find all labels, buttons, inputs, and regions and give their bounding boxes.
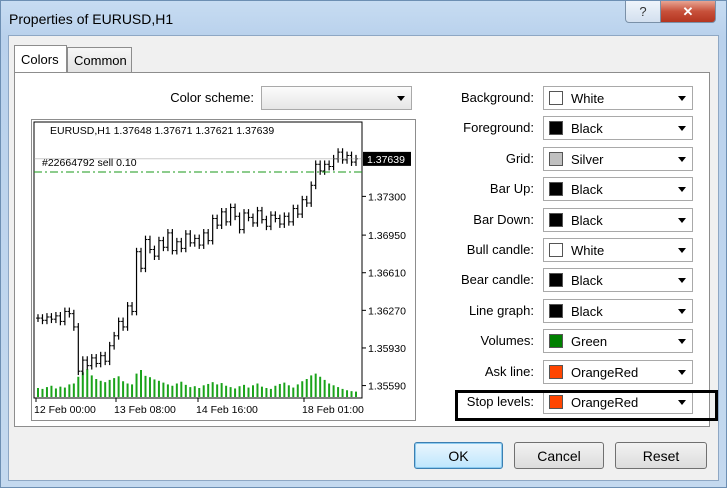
tab-colors[interactable]: Colors	[14, 45, 67, 72]
background-color-swatch	[549, 91, 563, 105]
grid-color-value: Silver	[571, 152, 604, 167]
volumes-color-value: Green	[571, 334, 608, 349]
bull-candle-color-swatch	[549, 243, 563, 257]
chevron-down-icon	[678, 309, 686, 314]
color-scheme-select[interactable]	[261, 86, 412, 110]
ok-button-label: OK	[448, 447, 469, 464]
foreground-color-swatch	[549, 121, 563, 135]
chevron-down-icon	[678, 370, 686, 375]
bar-down-label: Bar Down:	[473, 212, 534, 227]
bar-down-color-value: Black	[571, 213, 603, 228]
chart-header-text: EURUSD,H1 1.37648 1.37671 1.37621 1.3763…	[50, 125, 274, 137]
price-tick-label: 1.35590	[368, 381, 406, 393]
bear-candle-color-swatch	[549, 273, 563, 287]
bar-up-color-value: Black	[571, 182, 603, 197]
grid-label: Grid:	[505, 151, 534, 166]
time-tick-label: 12 Feb 00:00	[34, 404, 96, 416]
volumes-color-select[interactable]: Green	[543, 329, 693, 353]
line-graph-label: Line graph:	[468, 303, 534, 318]
cancel-button[interactable]: Cancel	[514, 442, 604, 469]
chevron-down-icon	[678, 126, 686, 131]
background-color-select[interactable]: White	[543, 86, 693, 110]
time-tick-label: 13 Feb 08:00	[114, 404, 176, 416]
background-label: Background:	[461, 90, 534, 105]
close-button[interactable]: ✕	[660, 1, 716, 23]
chart-preview: EURUSD,H1 1.37648 1.37671 1.37621 1.3763…	[31, 119, 416, 421]
ask-line-label: Ask line:	[484, 364, 534, 379]
close-icon: ✕	[682, 3, 694, 19]
chevron-down-icon	[678, 96, 686, 101]
dialog-title: Properties of EURUSD,H1	[9, 11, 174, 27]
stop-levels-highlight	[455, 390, 718, 421]
bar-up-label: Bar Up:	[489, 181, 534, 196]
volumes-color-swatch	[549, 334, 563, 348]
title-bar: Properties of EURUSD,H1	[1, 1, 726, 35]
foreground-color-select[interactable]: Black	[543, 116, 693, 140]
current-price-label: 1.37639	[367, 154, 405, 166]
ask-line-color-value: OrangeRed	[571, 365, 639, 380]
line-graph-color-select[interactable]: Black	[543, 299, 693, 323]
bar-down-color-swatch	[549, 213, 563, 227]
background-color-value: White	[571, 91, 605, 106]
time-tick-label: 14 Feb 16:00	[196, 404, 258, 416]
price-tick-label: 1.37300	[368, 191, 406, 203]
chevron-down-icon	[678, 248, 686, 253]
line-graph-color-value: Black	[571, 304, 603, 319]
chevron-down-icon	[678, 339, 686, 344]
ask-line-color-swatch	[549, 365, 563, 379]
bear-candle-color-value: Black	[571, 273, 603, 288]
bull-candle-color-select[interactable]: White	[543, 238, 693, 262]
chevron-down-icon	[678, 187, 686, 192]
chart-preview-svg: EURUSD,H1 1.37648 1.37671 1.37621 1.3763…	[33, 121, 411, 416]
line-graph-color-swatch	[549, 304, 563, 318]
volumes-label: Volumes:	[480, 333, 534, 348]
order-label-text: #22664792 sell 0.10	[42, 157, 137, 169]
reset-button[interactable]: Reset	[615, 442, 707, 469]
grid-color-select[interactable]: Silver	[543, 147, 693, 171]
price-tick-label: 1.36610	[368, 268, 406, 280]
foreground-color-value: Black	[571, 121, 603, 136]
cancel-button-label: Cancel	[537, 447, 581, 464]
bear-candle-label: Bear candle:	[461, 272, 534, 287]
chevron-down-icon	[678, 218, 686, 223]
price-tick-label: 1.36950	[368, 230, 406, 242]
foreground-label: Foreground:	[463, 120, 534, 135]
tab-common[interactable]: Common	[67, 47, 132, 72]
ask-line-color-select[interactable]: OrangeRed	[543, 360, 693, 384]
price-tick-label: 1.35930	[368, 343, 406, 355]
ok-button[interactable]: OK	[414, 442, 503, 469]
price-tick-label: 1.36270	[368, 305, 406, 317]
grid-color-swatch	[549, 152, 563, 166]
help-button[interactable]: ?	[625, 1, 661, 23]
bar-up-color-select[interactable]: Black	[543, 177, 693, 201]
color-scheme-label: Color scheme:	[170, 90, 254, 105]
help-icon: ?	[639, 4, 647, 19]
chevron-down-icon	[678, 157, 686, 162]
tab-common-label: Common	[74, 53, 127, 68]
tab-colors-label: Colors	[21, 52, 59, 67]
bar-up-color-swatch	[549, 182, 563, 196]
bar-down-color-select[interactable]: Black	[543, 208, 693, 232]
chevron-down-icon	[678, 278, 686, 283]
reset-button-label: Reset	[642, 447, 680, 464]
bull-candle-label: Bull candle:	[466, 242, 534, 257]
bull-candle-color-value: White	[571, 243, 605, 258]
time-tick-label: 18 Feb 01:00	[302, 404, 364, 416]
bear-candle-color-select[interactable]: Black	[543, 268, 693, 292]
chevron-down-icon	[397, 96, 405, 101]
